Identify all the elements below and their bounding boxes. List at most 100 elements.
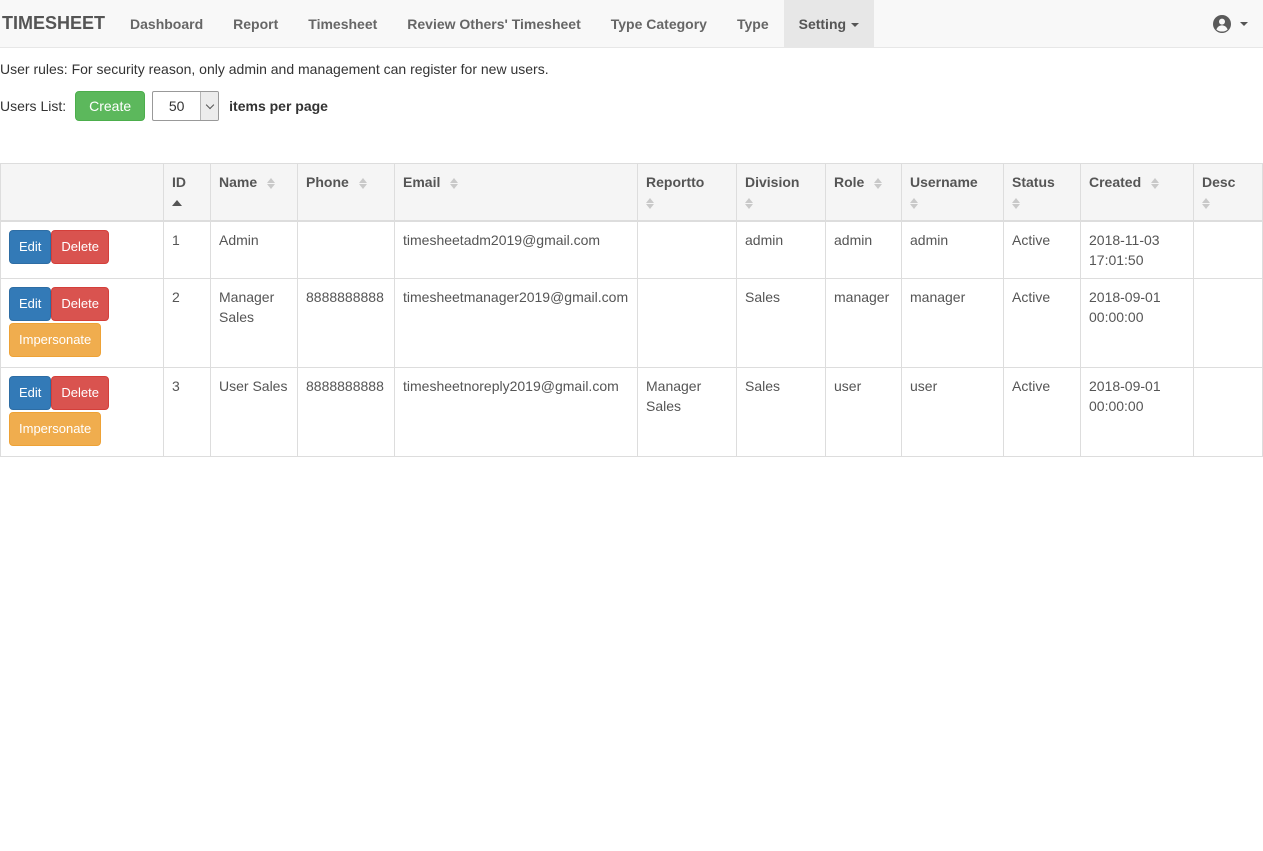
column-label: ID — [172, 174, 186, 190]
delete-button[interactable]: Delete — [51, 287, 109, 321]
users-toolbar: Users List: Create 50 items per page — [0, 91, 1263, 121]
cell-reportto — [638, 279, 737, 368]
cell-desc — [1194, 279, 1263, 368]
cell-phone — [298, 221, 395, 279]
cell-division: admin — [737, 221, 826, 279]
content: User rules: For security reason, only ad… — [0, 62, 1263, 457]
nav-item-type-category[interactable]: Type Category — [596, 0, 722, 47]
user-menu[interactable] — [1212, 14, 1248, 34]
cell-username: admin — [902, 221, 1004, 279]
nav-item-dashboard[interactable]: Dashboard — [115, 0, 218, 47]
delete-button[interactable]: Delete — [51, 376, 109, 410]
column-label: Status — [1012, 174, 1055, 190]
edit-button[interactable]: Edit — [9, 376, 51, 410]
cell-username: manager — [902, 279, 1004, 368]
sort-icon — [267, 177, 276, 190]
sort-icon — [745, 197, 754, 210]
cell-actions: EditDeleteImpersonate — [1, 368, 164, 457]
cell-reportto: Manager Sales — [638, 368, 737, 457]
cell-email: timesheetnoreply2019@gmail.com — [395, 368, 638, 457]
cell-desc — [1194, 221, 1263, 279]
cell-phone: 8888888888 — [298, 279, 395, 368]
cell-role: manager — [826, 279, 902, 368]
column-header-actions — [1, 164, 164, 222]
edit-button[interactable]: Edit — [9, 287, 51, 321]
cell-id: 2 — [164, 279, 211, 368]
column-header-division[interactable]: Division — [737, 164, 826, 222]
cell-status: Active — [1004, 221, 1081, 279]
column-label: Desc — [1202, 174, 1235, 190]
column-label: Division — [745, 174, 799, 190]
nav-item-review-others-timesheet[interactable]: Review Others' Timesheet — [392, 0, 595, 47]
navbar-right — [1212, 0, 1263, 47]
cell-division: Sales — [737, 368, 826, 457]
column-header-status[interactable]: Status — [1004, 164, 1081, 222]
sort-asc-icon — [172, 199, 183, 207]
column-label: Role — [834, 174, 864, 190]
app-brand[interactable]: TIMESHEET — [0, 0, 115, 47]
column-header-id[interactable]: ID — [164, 164, 211, 222]
column-header-name[interactable]: Name — [211, 164, 298, 222]
cell-username: user — [902, 368, 1004, 457]
sort-icon — [910, 197, 919, 210]
column-header-username[interactable]: Username — [902, 164, 1004, 222]
users-list-label: Users List: — [0, 98, 66, 114]
cell-id: 1 — [164, 221, 211, 279]
column-label: Created — [1089, 174, 1141, 190]
page-size-select[interactable]: 50 — [152, 91, 219, 121]
delete-button[interactable]: Delete — [51, 230, 109, 264]
column-label: Username — [910, 174, 978, 190]
sort-icon — [450, 177, 459, 190]
cell-created: 2018-11-03 17:01:50 — [1081, 221, 1194, 279]
column-header-reportto[interactable]: Reportto — [638, 164, 737, 222]
cell-email: timesheetadm2019@gmail.com — [395, 221, 638, 279]
cell-phone: 8888888888 — [298, 368, 395, 457]
cell-created: 2018-09-01 00:00:00 — [1081, 279, 1194, 368]
column-label: Name — [219, 174, 257, 190]
nav-item-timesheet[interactable]: Timesheet — [293, 0, 392, 47]
cell-name: Manager Sales — [211, 279, 298, 368]
cell-status: Active — [1004, 368, 1081, 457]
nav-item-setting[interactable]: Setting — [784, 0, 874, 47]
nav-item-report[interactable]: Report — [218, 0, 293, 47]
column-header-phone[interactable]: Phone — [298, 164, 395, 222]
cell-name: Admin — [211, 221, 298, 279]
cell-role: admin — [826, 221, 902, 279]
table-row: EditDeleteImpersonate3User Sales88888888… — [1, 368, 1263, 457]
main-nav: DashboardReportTimesheetReview Others' T… — [115, 0, 874, 47]
cell-email: timesheetmanager2019@gmail.com — [395, 279, 638, 368]
cell-reportto — [638, 221, 737, 279]
nav-item-type[interactable]: Type — [722, 0, 784, 47]
table-row: EditDeleteImpersonate 2Manager Sales88888… — [1, 279, 1263, 368]
user-circle-icon — [1212, 14, 1232, 34]
column-label: Email — [403, 174, 440, 190]
create-button[interactable]: Create — [75, 91, 145, 121]
sort-icon — [359, 177, 368, 190]
cell-id: 3 — [164, 368, 211, 457]
column-header-role[interactable]: Role — [826, 164, 902, 222]
user-rules-text: User rules: For security reason, only ad… — [0, 62, 1263, 76]
cell-division: Sales — [737, 279, 826, 368]
impersonate-button[interactable]: Impersonate — [9, 412, 101, 446]
cell-created: 2018-09-01 00:00:00 — [1081, 368, 1194, 457]
users-table: ID Name Phone Email Reportto Division Role User… — [0, 163, 1263, 457]
column-header-email[interactable]: Email — [395, 164, 638, 222]
column-header-desc[interactable]: Desc — [1194, 164, 1263, 222]
caret-down-icon — [851, 23, 859, 27]
sort-icon — [1012, 197, 1021, 210]
column-header-created[interactable]: Created — [1081, 164, 1194, 222]
cell-role: user — [826, 368, 902, 457]
cell-status: Active — [1004, 279, 1081, 368]
cell-name: User Sales — [211, 368, 298, 457]
edit-button[interactable]: Edit — [9, 230, 51, 264]
sort-icon — [1151, 177, 1160, 190]
column-label: Phone — [306, 174, 349, 190]
page-size-value: 50 — [153, 92, 200, 120]
cell-desc — [1194, 368, 1263, 457]
impersonate-button[interactable]: Impersonate — [9, 323, 101, 357]
sort-icon — [874, 177, 883, 190]
caret-down-icon — [1240, 22, 1248, 26]
chevron-down-icon — [200, 92, 218, 120]
sort-icon — [646, 197, 655, 210]
table-row: EditDelete 1Admin timesheetadm2019@gmail.c… — [1, 221, 1263, 279]
